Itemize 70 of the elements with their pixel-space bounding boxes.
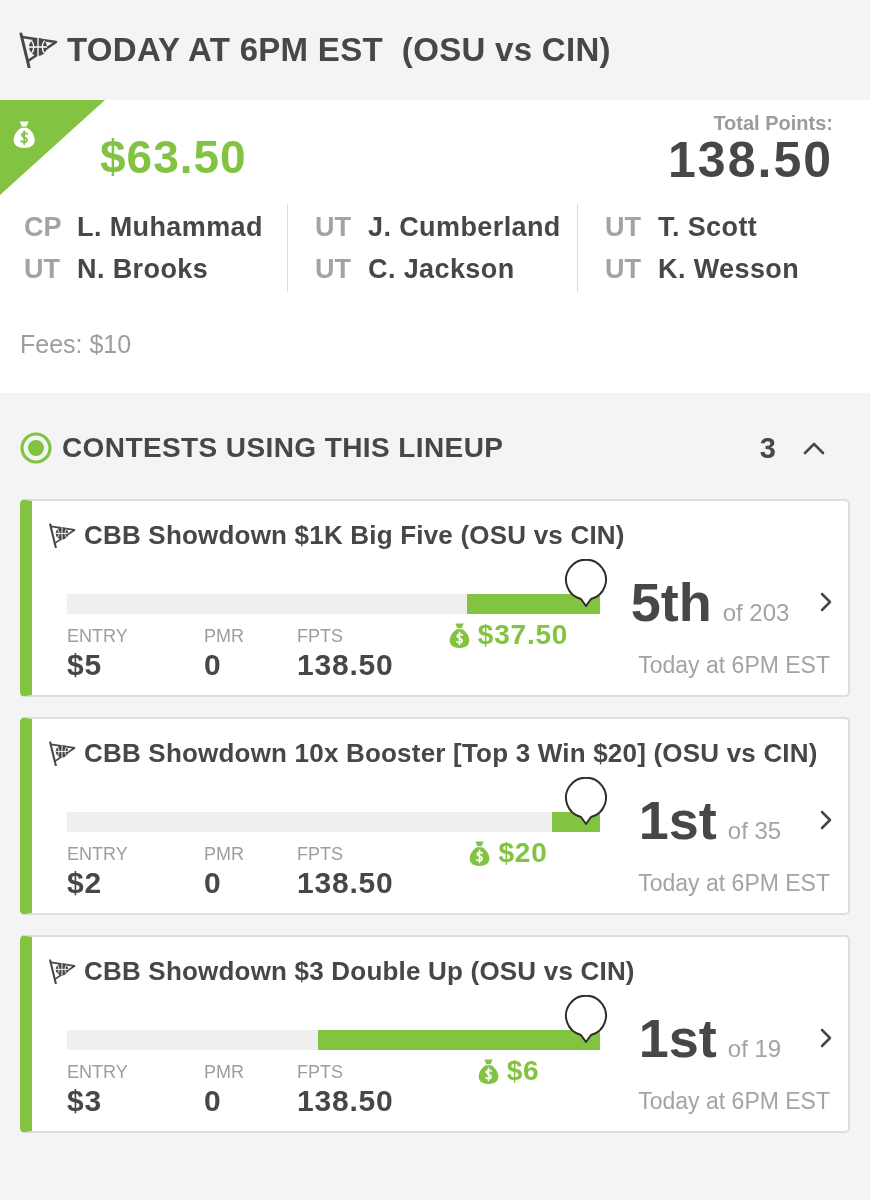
position-label: UT [24,253,61,285]
rank-total: of 203 [722,599,790,627]
stat-value: 0 [204,648,222,682]
contest-title: CBB Showdown $3 Double Up (OSU vs CIN) [84,955,635,987]
rank-place: 1st [638,1007,717,1069]
position-label: UT [315,253,352,285]
money-bag-icon [448,622,470,648]
winnings-amount: $63.50 [100,131,247,183]
contest-card[interactable]: CBB Showdown $3 Double Up (OSU vs CIN) ENTRY $3 PMR 0 FPTS 138.50 $6 1st of 19 Today at 6PM EST [20,935,850,1133]
position-label: CP [24,211,63,243]
stat-value: 138.50 [297,648,394,682]
basketball-pennant-icon [48,740,76,766]
stat-value: 138.50 [297,866,394,900]
stat-label: PMR [204,625,244,648]
contest-time: Today at 6PM EST [638,1087,830,1116]
stat-label: FPTS [297,1061,343,1084]
position-label: UT [315,211,352,243]
pin-marker-icon [564,777,608,825]
money-bag-icon [469,840,491,866]
contest-count: 3 [759,431,776,465]
stat-label: FPTS [297,625,343,648]
basketball-pennant-icon [48,958,76,984]
contest-time: Today at 6PM EST [638,651,830,680]
chevron-up-icon [803,440,825,456]
contest-card[interactable]: CBB Showdown 10x Booster [Top 3 Win $20] (OSU vs CIN) ENTRY $2 PMR 0 FPTS 138.50 $20 1st of 35 Today at 6PM EST [20,717,850,915]
player-name: T. Scott [658,211,758,243]
player-name: K. Wesson [658,253,800,285]
position-label: UT [605,253,642,285]
stat-value: 138.50 [297,1084,394,1118]
stat-value: 0 [204,866,222,900]
prize-amount: $6 [506,1055,540,1087]
stat-label: PMR [204,843,244,866]
ring-dot-icon [20,432,52,464]
pin-marker-icon [564,559,608,607]
money-bag-icon [477,1058,499,1084]
prize-amount: $37.50 [477,619,569,651]
rank-place: 5th [630,571,712,633]
chevron-right-icon [820,592,832,612]
rank-place: 1st [638,789,717,851]
player-name: J. Cumberland [368,211,561,243]
contest-title: CBB Showdown 10x Booster [Top 3 Win $20] (OSU vs CIN) [84,737,818,769]
player-name: C. Jackson [368,253,515,285]
stat-value: $3 [67,1084,102,1118]
basketball-pennant-icon [48,522,76,548]
header-title: TODAY AT 6PM EST (OSU vs CIN) [67,31,611,69]
stat-label: PMR [204,1061,244,1084]
total-points-label: Total Points: [713,112,833,134]
basketball-pennant-icon [18,32,58,68]
contest-time: Today at 6PM EST [638,869,830,898]
stat-value: $5 [67,648,102,682]
player-name: L. Muhammad [77,211,263,243]
pin-marker-icon [564,995,608,1043]
stat-label: ENTRY [67,843,128,866]
total-points-value: 138.50 [668,134,833,186]
chevron-right-icon [820,1028,832,1048]
rank-total: of 35 [727,817,782,845]
position-label: UT [605,211,642,243]
stat-label: FPTS [297,843,343,866]
player-name: N. Brooks [77,253,209,285]
stat-value: 0 [204,1084,222,1118]
rank-total: of 19 [727,1035,782,1063]
stat-value: $2 [67,866,102,900]
stat-label: ENTRY [67,1061,128,1084]
fees-text: Fees: $10 [20,329,132,359]
section-title: CONTESTS USING THIS LINEUP [62,432,505,464]
contest-title: CBB Showdown $1K Big Five (OSU vs CIN) [84,519,625,551]
contest-card[interactable]: CBB Showdown $1K Big Five (OSU vs CIN) ENTRY $5 PMR 0 FPTS 138.50 $37.50 5th of 203 Today at 6PM EST [20,499,850,697]
prize-amount: $20 [498,837,548,869]
chevron-right-icon [820,810,832,830]
stat-label: ENTRY [67,625,128,648]
